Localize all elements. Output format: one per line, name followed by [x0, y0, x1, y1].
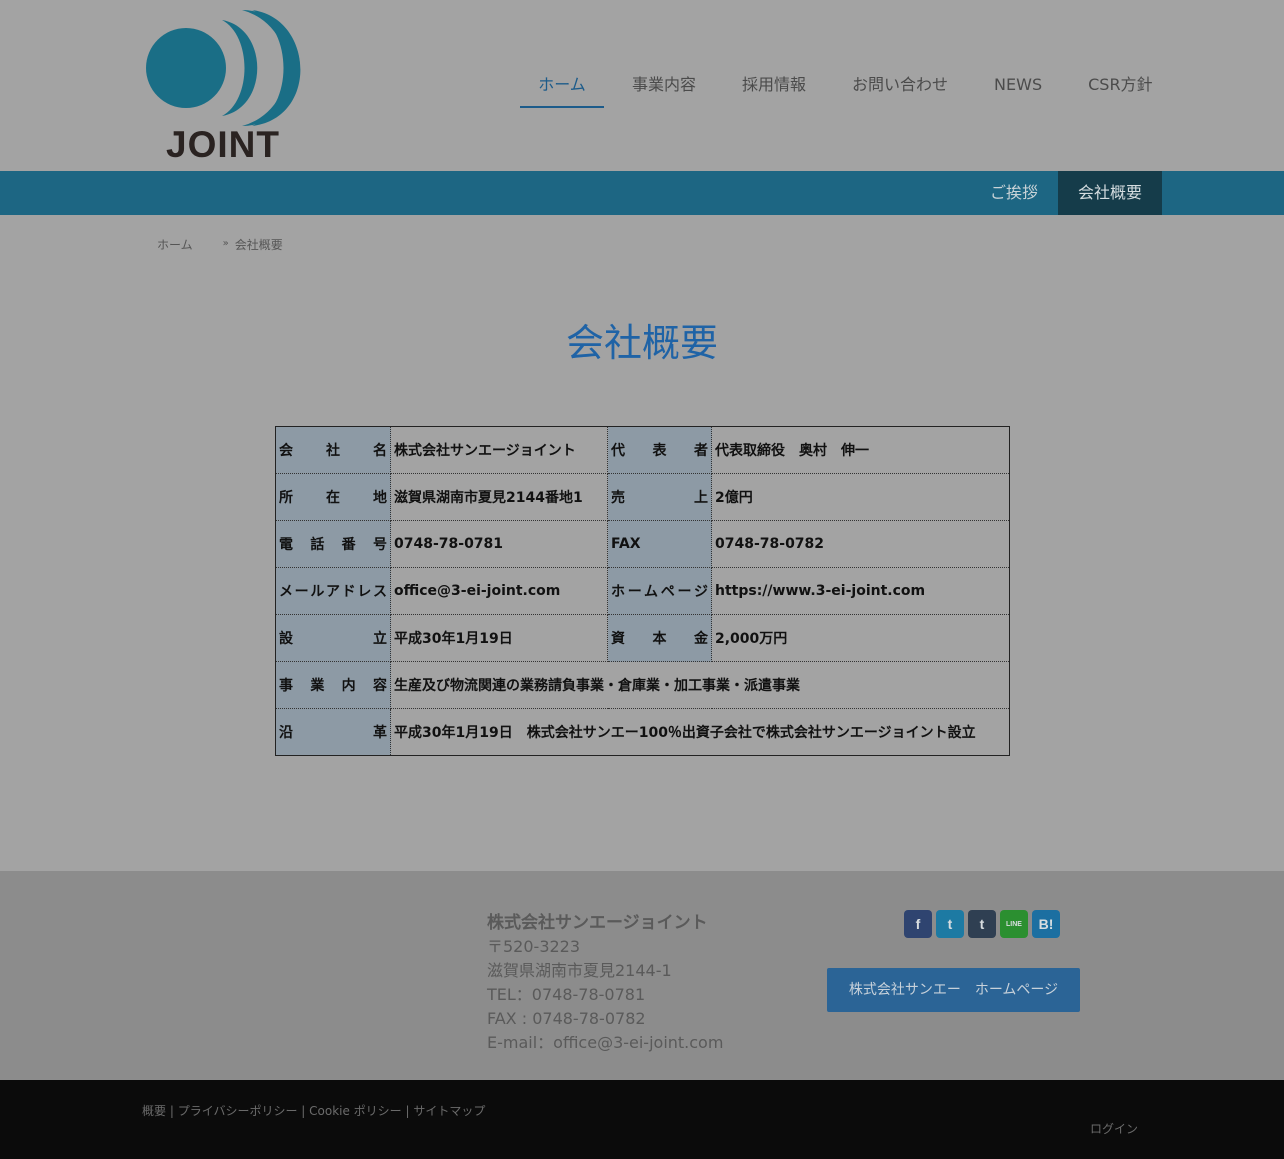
table-row: 沿革 平成30年1月19日 株式会社サンエー100％出資子会社で株式会社サンエー…	[275, 708, 1010, 756]
table-header-cell: FAX	[607, 520, 712, 568]
nav-item-news[interactable]: NEWS	[976, 64, 1060, 106]
table-cell: 滋賀県湖南市夏見2144番地1	[390, 473, 608, 521]
link-cookie-policy[interactable]: Cookie ポリシー	[309, 1104, 402, 1118]
company-info-table: 会社名 株式会社サンエージョイント 代表者 代表取締役 奥村 伸一 所在地 滋賀…	[275, 426, 1010, 756]
facebook-icon[interactable]: f	[904, 910, 932, 938]
table-header-cell: 電話番号	[275, 520, 391, 568]
site-logo[interactable]: JOINT	[144, 8, 309, 165]
sub-nav-bar: ご挨拶 会社概要	[0, 171, 1284, 215]
sanei-homepage-button[interactable]: 株式会社サンエー ホームページ	[827, 968, 1080, 1012]
link-sitemap[interactable]: サイトマップ	[413, 1104, 485, 1118]
table-header-cell: ホームページ	[607, 567, 712, 615]
table-row: 電話番号 0748-78-0781 FAX 0748-78-0782	[275, 520, 1010, 568]
table-row: メールアドレス office@3-ei-joint.com ホームページ htt…	[275, 567, 1010, 615]
table-header-cell: 売上	[607, 473, 712, 521]
sub-nav: ご挨拶 会社概要	[970, 171, 1162, 215]
link-privacy-policy[interactable]: プライバシーポリシー	[178, 1104, 298, 1118]
table-cell: 平成30年1月19日 株式会社サンエー100％出資子会社で株式会社サンエージョイ…	[390, 708, 1010, 756]
subnav-item-company[interactable]: 会社概要	[1057, 171, 1162, 215]
login-link[interactable]: ログイン	[1090, 1120, 1138, 1137]
site-footer: 株式会社サンエージョイント 〒520-3223 滋賀県湖南市夏見2144-1 T…	[0, 871, 1284, 1080]
footer-zip: 〒520-3223	[487, 937, 581, 956]
table-header-cell: 設立	[275, 614, 391, 662]
nav-item-csr[interactable]: CSR方針	[1070, 64, 1170, 106]
table-header-cell: 資本金	[607, 614, 712, 662]
footer-fax: FAX : 0748-78-0782	[487, 1009, 646, 1028]
link-overview[interactable]: 概要	[142, 1104, 166, 1118]
table-header-cell: 事業内容	[275, 661, 391, 709]
table-cell: 生産及び物流関連の業務請負事業・倉庫業・加工事業・派遣事業	[390, 661, 1010, 709]
table-cell: 2億円	[711, 473, 1010, 521]
table-cell: 代表取締役 奥村 伸一	[711, 426, 1010, 474]
logo-mark-icon	[146, 10, 301, 126]
bottom-links: 概要 | プライバシーポリシー | Cookie ポリシー | サイトマップ	[142, 1102, 485, 1119]
breadcrumb-current: 会社概要	[234, 238, 283, 252]
table-header-cell: 所在地	[275, 473, 391, 521]
table-row: 設立 平成30年1月19日 資本金 2,000万円	[275, 614, 1010, 662]
footer-address: 滋賀県湖南市夏見2144-1	[487, 961, 672, 980]
footer-company-info: 株式会社サンエージョイント 〒520-3223 滋賀県湖南市夏見2144-1 T…	[487, 911, 723, 1055]
site-header: JOINT ホーム 事業内容 採用情報 お問い合わせ NEWS CSR方針	[0, 0, 1284, 171]
nav-item-home[interactable]: ホーム	[520, 64, 604, 108]
hatena-bookmark-icon[interactable]: B!	[1032, 910, 1060, 938]
social-share-buttons: f t t LINE B!	[904, 910, 1060, 938]
main-nav: ホーム 事業内容 採用情報 お問い合わせ NEWS CSR方針	[520, 64, 1171, 108]
link-separator: |	[401, 1104, 414, 1118]
page-title: 会社概要	[565, 321, 718, 365]
breadcrumb-home[interactable]: ホーム	[157, 236, 193, 253]
table-cell: 平成30年1月19日	[390, 614, 608, 662]
nav-item-business[interactable]: 事業内容	[614, 64, 714, 106]
table-header-cell: 会社名	[275, 426, 391, 474]
breadcrumb: ホーム » 会社概要	[157, 236, 283, 253]
link-separator: |	[297, 1104, 310, 1118]
table-header-cell: メールアドレス	[275, 567, 391, 615]
bottom-bar: 概要 | プライバシーポリシー | Cookie ポリシー | サイトマップ ロ…	[0, 1080, 1284, 1159]
subnav-item-greeting[interactable]: ご挨拶	[970, 171, 1058, 215]
nav-item-contact[interactable]: お問い合わせ	[834, 64, 966, 106]
twitter-icon[interactable]: t	[936, 910, 964, 938]
line-icon[interactable]: LINE	[1000, 910, 1028, 938]
table-row: 所在地 滋賀県湖南市夏見2144番地1 売上 2億円	[275, 473, 1010, 521]
table-cell: 0748-78-0781	[390, 520, 608, 568]
tumblr-icon[interactable]: t	[968, 910, 996, 938]
table-cell: 0748-78-0782	[711, 520, 1010, 568]
table-row: 会社名 株式会社サンエージョイント 代表者 代表取締役 奥村 伸一	[275, 426, 1010, 474]
footer-tel: TEL：0748-78-0781	[487, 985, 646, 1004]
footer-email: E-mail：office@3-ei-joint.com	[487, 1033, 724, 1052]
table-cell: 2,000万円	[711, 614, 1010, 662]
table-cell: https://www.3-ei-joint.com	[711, 567, 1010, 615]
link-separator: |	[166, 1104, 178, 1118]
nav-item-recruit[interactable]: 採用情報	[724, 64, 824, 106]
table-cell: 株式会社サンエージョイント	[390, 426, 608, 474]
logo-text: JOINT	[166, 124, 280, 165]
table-header-cell: 沿革	[275, 708, 391, 756]
footer-company-name: 株式会社サンエージョイント	[487, 913, 708, 933]
table-row: 事業内容 生産及び物流関連の業務請負事業・倉庫業・加工事業・派遣事業	[275, 661, 1010, 709]
table-header-cell: 代表者	[607, 426, 712, 474]
table-cell: office@3-ei-joint.com	[390, 567, 608, 615]
breadcrumb-separator: »	[222, 238, 229, 249]
